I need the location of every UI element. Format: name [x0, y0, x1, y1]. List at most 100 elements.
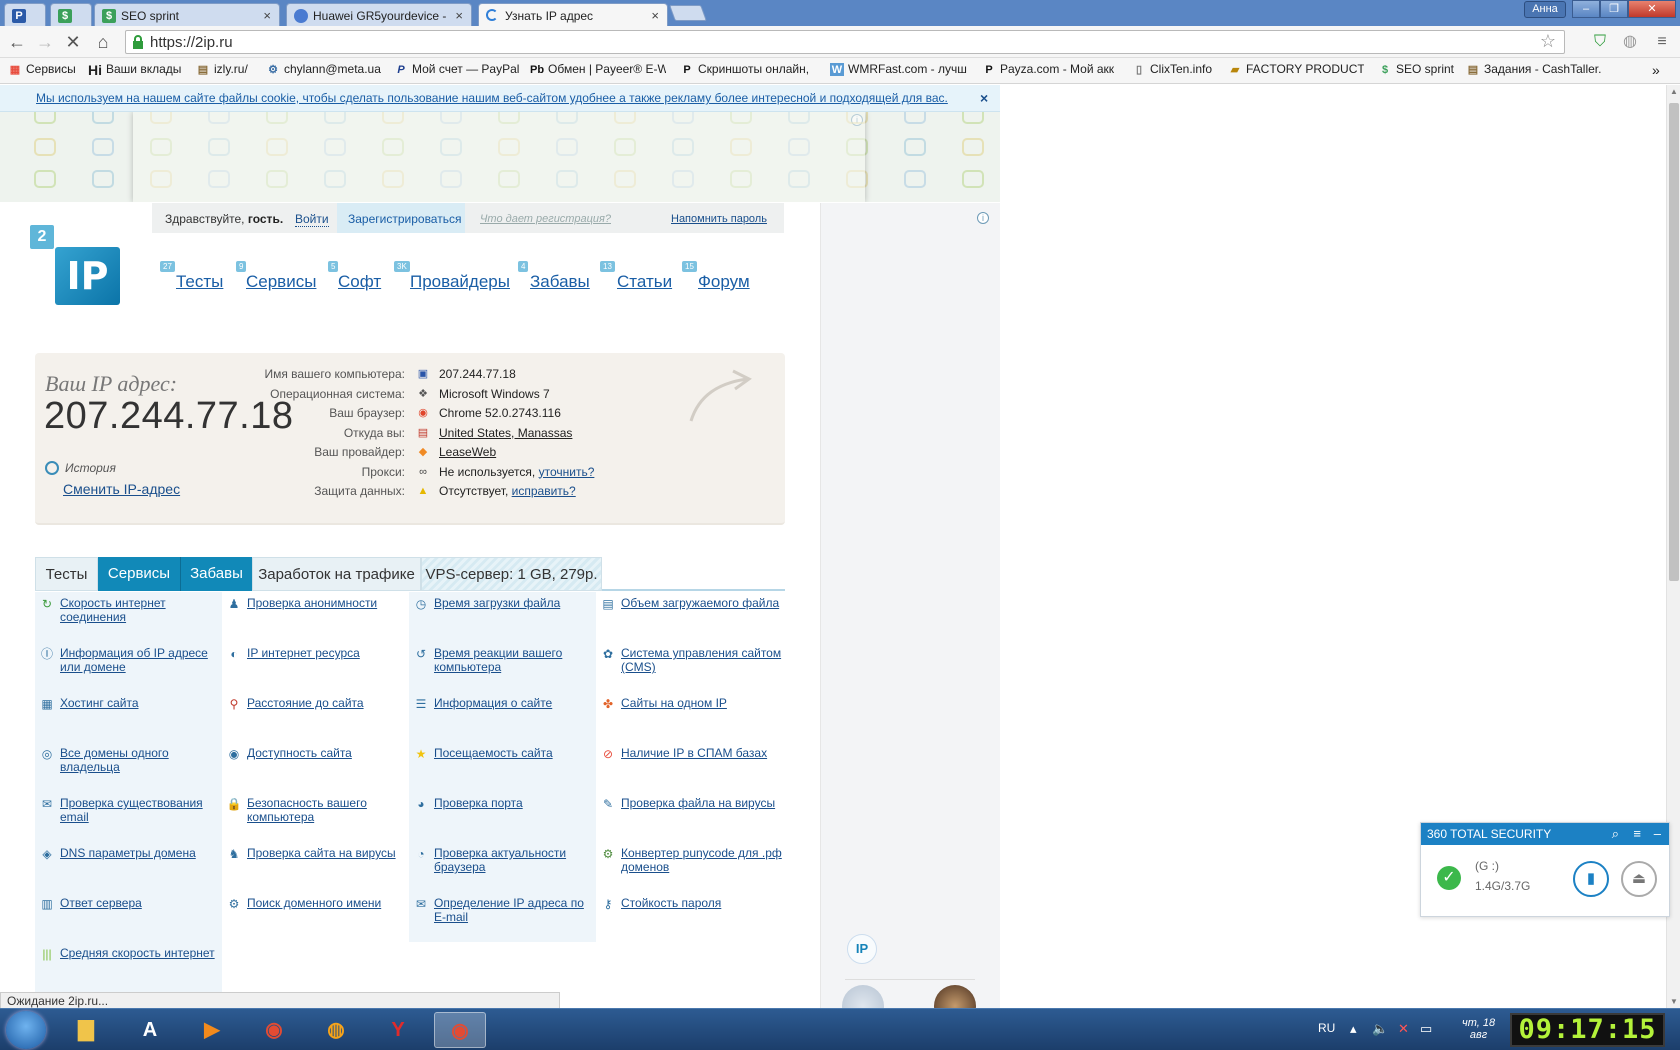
new-tab-button[interactable] [669, 5, 707, 21]
service-link[interactable]: Проверка сайта на вирусы [247, 846, 396, 860]
bookmark-item[interactable]: ▯ ClixTen.info [1130, 62, 1230, 76]
menu-icon[interactable]: ≡ [1633, 826, 1641, 841]
service-link[interactable]: Все домены одного владельца [60, 746, 169, 774]
service-link[interactable]: Проверка существования email [60, 796, 203, 824]
tab-vps-server[interactable]: VPS-сервер: 1 GB, 279р. [421, 557, 602, 591]
menu-icon[interactable]: ≡ [1652, 32, 1672, 52]
service-link[interactable]: Средняя скорость интернет [60, 946, 215, 960]
nav-services[interactable]: Сервисы [246, 272, 316, 292]
tab-huawei[interactable]: Huawei GR5yourdevice - × [286, 3, 472, 26]
site-logo[interactable]: IP [55, 247, 120, 305]
close-tab-icon[interactable]: × [455, 8, 463, 23]
bookmark-item[interactable]: ▤ izly.ru/ [194, 62, 260, 76]
close-icon[interactable]: × [980, 90, 988, 106]
service-link[interactable]: Посещаемость сайта [434, 746, 553, 760]
service-link[interactable]: Скорость интернет соединения [60, 596, 166, 624]
nav-articles[interactable]: Статьи [617, 272, 672, 292]
service-link[interactable]: Безопасность вашего компьютера [247, 796, 367, 824]
chrome-app-icon[interactable]: ◉ [248, 1012, 300, 1048]
open-folder-button[interactable]: ▮ [1573, 861, 1609, 897]
profile-button[interactable]: Анна [1524, 1, 1566, 18]
service-link[interactable]: Время загрузки файла [434, 596, 560, 610]
bookmark-item[interactable]: P Скриншоты онлайн, [678, 62, 814, 76]
bookmark-item[interactable]: W WMRFast.com - лучш [828, 62, 968, 76]
minimize-icon[interactable]: – [1654, 826, 1661, 841]
tab-2[interactable]: $ [50, 3, 92, 26]
scroll-up-icon[interactable]: ▲ [1670, 87, 1678, 96]
bookmark-item[interactable]: Hi Ваши вклады [86, 62, 186, 76]
tab-2ip-active[interactable]: Узнать IP адрес × [478, 3, 668, 26]
scroll-thumb[interactable] [1669, 103, 1679, 581]
service-link[interactable]: Наличие IP в СПАМ базах [621, 746, 767, 760]
service-link[interactable]: Проверка актуальности браузера [434, 846, 566, 874]
globe-extension-icon[interactable]: ◍ [1620, 32, 1640, 52]
tab-services[interactable]: Сервисы [98, 557, 180, 591]
nav-providers[interactable]: Провайдеры [410, 272, 510, 292]
search-icon[interactable]: ⌕ [1612, 826, 1619, 842]
service-link[interactable]: DNS параметры домена [60, 846, 196, 860]
tray-expand-icon[interactable]: ▴ [1350, 1021, 1357, 1037]
nav-forum[interactable]: Форум [698, 272, 750, 292]
close-tab-icon[interactable]: × [263, 8, 271, 23]
tab-traffic-earnings[interactable]: Заработок на трафике [252, 557, 421, 591]
explorer-app-icon[interactable]: ▇ [60, 1012, 112, 1048]
nav-fun[interactable]: Забавы [530, 272, 590, 292]
scroll-down-icon[interactable]: ▼ [1670, 997, 1678, 1006]
info-action-link[interactable]: уточнить? [539, 465, 595, 479]
sidebar-ip-logo[interactable]: IP [847, 934, 877, 964]
ad-info-icon[interactable]: i [977, 212, 989, 224]
maximize-button[interactable]: ❐ [1600, 0, 1628, 18]
service-link[interactable]: Ответ сервера [60, 896, 142, 910]
why-register-link[interactable]: Что дает регистрация? [480, 213, 611, 225]
service-link[interactable]: Проверка файла на вирусы [621, 796, 775, 810]
service-link[interactable]: Сайты на одном IP [621, 696, 727, 710]
back-arrow-icon[interactable]: ← [6, 31, 28, 53]
yandex-app-icon[interactable]: Y [372, 1012, 424, 1048]
minimize-button[interactable]: – [1572, 0, 1600, 18]
display-icon[interactable]: ▭ [1420, 1021, 1432, 1037]
service-link[interactable]: Стойкость пароля [621, 896, 721, 910]
register-button[interactable]: Зарегистрироваться [337, 203, 465, 233]
bookmark-item[interactable]: ▦ Сервисы [6, 62, 82, 76]
home-icon[interactable]: ⌂ [92, 31, 114, 53]
service-link[interactable]: Проверка порта [434, 796, 523, 810]
bookmark-star-icon[interactable]: ☆ [1540, 31, 1556, 52]
service-link[interactable]: Определение IP адреса по E-mail [434, 896, 584, 924]
service-link[interactable]: Доступность сайта [247, 746, 352, 760]
more-bookmarks-icon[interactable]: » [1652, 62, 1672, 78]
bookmark-item[interactable]: ⚙ chylann@meta.ua [264, 62, 386, 76]
service-link[interactable]: Конвертер punycode для .рф доменов [621, 846, 782, 874]
service-link[interactable]: Информация о сайте [434, 696, 552, 710]
shield-extension-icon[interactable]: ⛉ [1590, 32, 1610, 52]
tab-1[interactable]: P [4, 3, 46, 26]
service-link[interactable]: Система управления сайтом (CMS) [621, 646, 781, 674]
info-action-link[interactable]: исправить? [512, 484, 576, 498]
volume-icon[interactable]: 🔈 [1372, 1021, 1388, 1037]
service-link[interactable]: Поиск доменного имени [247, 896, 381, 910]
bookmark-item[interactable]: Pb Обмен | Payeer® E-W [528, 62, 666, 76]
nav-tests[interactable]: Тесты [176, 272, 223, 292]
bookmark-item[interactable]: ▰FACTORY PRODUCTIO [1226, 62, 1364, 76]
address-bar[interactable]: https://2ip.ru ☆ [125, 30, 1565, 54]
info-value[interactable]: LeaseWeb [439, 445, 496, 459]
cookie-notice-text[interactable]: Мы используем на нашем сайте файлы cooki… [36, 91, 948, 105]
bookmark-item[interactable]: $ SEO sprint [1376, 62, 1456, 76]
bookmark-item[interactable]: P Payza.com - Мой акк [980, 62, 1118, 76]
service-link[interactable]: IP интернет ресурса [247, 646, 360, 660]
tab-seo-sprint[interactable]: $ SEO sprint × [94, 3, 280, 26]
ad-banner[interactable]: i [0, 112, 1000, 202]
service-link[interactable]: Хостинг сайта [60, 696, 139, 710]
login-link[interactable]: Войти [295, 212, 329, 227]
stop-loading-icon[interactable]: ✕ [62, 31, 84, 53]
chrome-app-active-icon[interactable]: ◉ [434, 1012, 486, 1048]
media-player-icon[interactable]: ▶ [186, 1012, 238, 1048]
bookmark-item[interactable]: P Мой счет — PayPal [392, 62, 522, 76]
close-tab-icon[interactable]: × [651, 8, 659, 23]
language-indicator[interactable]: RU [1318, 1021, 1335, 1035]
service-link[interactable]: Информация об IP адресе или домене [60, 646, 208, 674]
font-app-icon[interactable]: A [124, 1012, 176, 1048]
service-link[interactable]: Проверка анонимности [247, 596, 377, 610]
nav-soft[interactable]: Софт [338, 272, 381, 292]
info-value[interactable]: United States, Manassas [439, 426, 572, 440]
service-link[interactable]: Объем загружаемого файла [621, 596, 779, 610]
